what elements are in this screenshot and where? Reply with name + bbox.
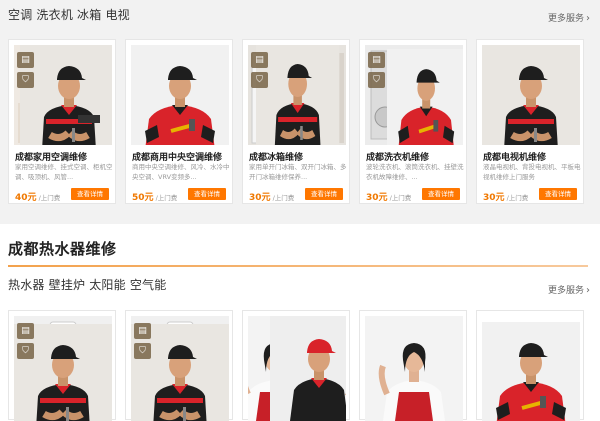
card-description: 商用中央空调维修、风冷、水冷中央空调、VRV变频多...: [132, 163, 230, 181]
shield-icon: ⛉: [251, 72, 268, 88]
service-card[interactable]: 成都电视机维修 液晶电视机、背投电视机、平板电视机维修上门服务 30元 /上门费…: [476, 39, 584, 204]
card-price: 30元 /上门费: [483, 193, 529, 203]
service-card[interactable]: [476, 310, 584, 421]
service-card[interactable]: ▤ ⛉ 成都洗衣机维修 波轮洗衣机、滚筒洗衣机、挂壁洗衣机故障维修、... 30…: [359, 39, 467, 204]
service-card[interactable]: ▤ ⛉: [8, 310, 116, 421]
shield-icon: ⛉: [17, 343, 34, 359]
technician-photo: [365, 316, 463, 421]
service-section-appliances: 空调 洗衣机 冰箱 电视 更多服务 › ▤ ⛉ 成都家用空调维修 家用空调维修、挂…: [0, 0, 600, 224]
service-card[interactable]: 成都商用中央空调维修 商用中央空调维修、风冷、水冷中央空调、VRV变频多... …: [125, 39, 233, 204]
service-card[interactable]: ▤ ⛉ 成都冰箱维修 家用单开门冰箱、双开门冰箱、多开门冰箱维修保养... 30…: [242, 39, 350, 204]
card-title: 成都冰箱维修: [249, 153, 304, 163]
document-icon: ▤: [17, 52, 34, 68]
technician-photo: [482, 45, 580, 145]
card-title: 成都家用空调维修: [15, 153, 88, 163]
card-description: 液晶电视机、背投电视机、平板电视机维修上门服务: [483, 163, 581, 181]
more-services-link[interactable]: 更多服务 ›: [548, 11, 590, 24]
view-details-button[interactable]: 查看详情: [71, 188, 109, 200]
card-description: 波轮洗衣机、滚筒洗衣机、挂壁洗衣机故障维修、...: [366, 163, 464, 181]
chevron-right-icon: ›: [586, 285, 590, 296]
card-description: 家用空调维修、挂式空调、柜机空调、吸顶机、风管...: [15, 163, 113, 181]
section-heading: 成都热水器维修: [8, 240, 117, 258]
technician-photo: [482, 320, 580, 421]
subcategory-list: 空调 洗衣机 冰箱 电视: [8, 8, 130, 22]
technician-photo: [248, 316, 346, 421]
service-card[interactable]: [242, 310, 350, 421]
service-card[interactable]: [359, 310, 467, 420]
card-price: 30元 /上门费: [366, 193, 412, 203]
more-services-label: 更多服务: [547, 14, 584, 24]
card-title: 成都电视机维修: [483, 153, 547, 163]
card-title: 成都洗衣机维修: [366, 153, 430, 163]
more-services-link[interactable]: 更多服务 ›: [548, 283, 590, 296]
shield-icon: ⛉: [134, 343, 151, 359]
card-description: 家用单开门冰箱、双开门冰箱、多开门冰箱维修保养...: [249, 163, 347, 181]
view-details-button[interactable]: 查看详情: [305, 188, 343, 200]
service-card[interactable]: ▤ ⛉ 成都家用空调维修 家用空调维修、挂式空调、柜机空调、吸顶机、风管... …: [8, 39, 116, 204]
card-price: 30元 /上门费: [249, 193, 295, 203]
more-services-label: 更多服务: [547, 286, 584, 296]
document-icon: ▤: [17, 323, 34, 339]
section-divider: [8, 265, 588, 267]
shield-icon: ⛉: [368, 72, 385, 88]
subcategory-list: 热水器 壁挂炉 太阳能 空气能: [8, 278, 167, 292]
card-title: 成都商用中央空调维修: [132, 153, 223, 163]
document-icon: ▤: [251, 52, 268, 68]
view-details-button[interactable]: 查看详情: [188, 188, 226, 200]
service-card[interactable]: ▤ ⛉: [125, 310, 233, 421]
document-icon: ▤: [368, 52, 385, 68]
chevron-right-icon: ›: [586, 13, 590, 24]
shield-icon: ⛉: [17, 72, 34, 88]
technician-photo: [131, 45, 229, 145]
document-icon: ▤: [134, 323, 151, 339]
view-details-button[interactable]: 查看详情: [539, 188, 577, 200]
card-price: 50元 /上门费: [132, 193, 178, 203]
view-details-button[interactable]: 查看详情: [422, 188, 460, 200]
card-price: 40元 /上门费: [15, 193, 61, 203]
